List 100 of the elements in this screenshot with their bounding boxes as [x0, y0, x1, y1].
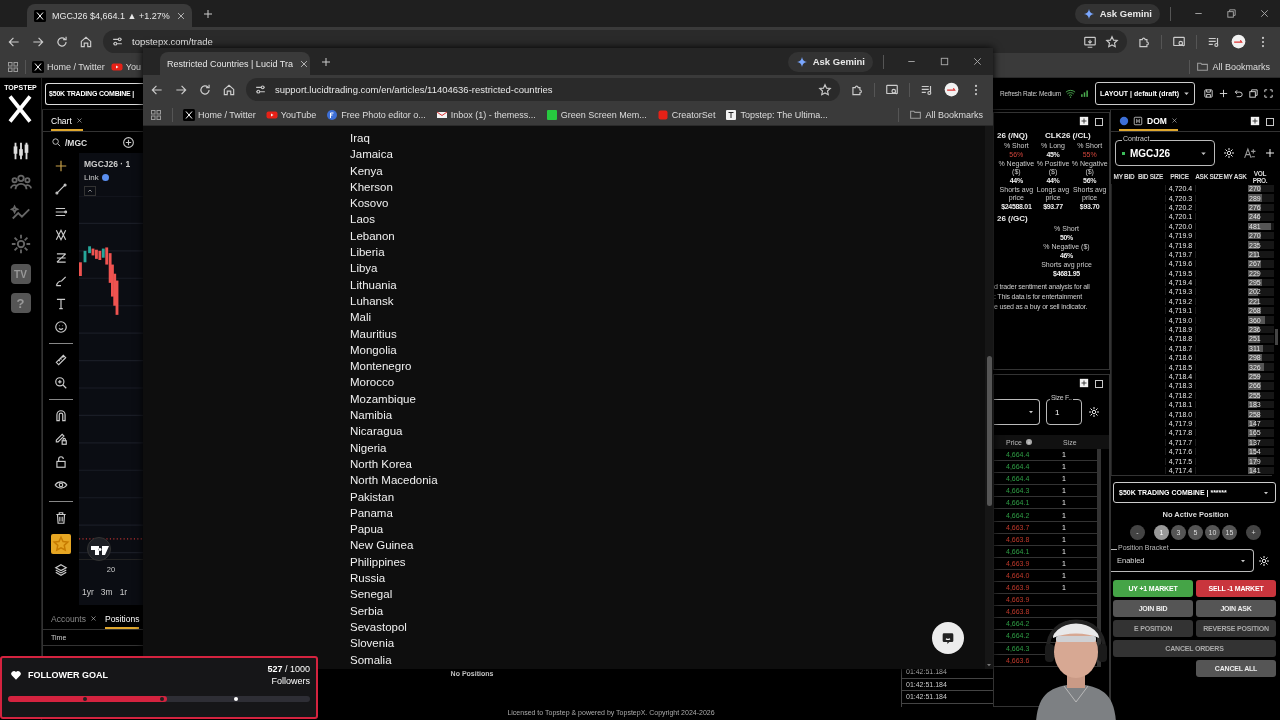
- reload-icon[interactable]: [55, 34, 69, 49]
- crosshair-icon[interactable]: [54, 159, 68, 173]
- caret-icon: [1027, 408, 1035, 416]
- ask-gemini-button[interactable]: Ask Gemini: [1074, 3, 1160, 24]
- country-name: Montenegro: [350, 359, 412, 375]
- add-panel-icon[interactable]: [1079, 116, 1089, 126]
- add-panel-icon[interactable]: [1079, 378, 1089, 388]
- install-icon[interactable]: [1083, 34, 1097, 49]
- order-type-dropdown[interactable]: [994, 399, 1040, 425]
- bookmark[interactable]: Free Photo editor o...: [326, 108, 426, 121]
- panel-tab[interactable]: Positions: [104, 610, 140, 629]
- panel-square-icon[interactable]: [1264, 115, 1276, 128]
- pencil-lock-icon[interactable]: [54, 432, 68, 446]
- market-title: 26 (/GC): [997, 214, 1028, 223]
- bookmark[interactable]: Home / Twitter: [183, 108, 256, 121]
- apps-icon[interactable]: [150, 108, 162, 121]
- screen-search-icon[interactable]: [885, 82, 899, 97]
- dom-tab[interactable]: DOM: [1119, 112, 1178, 131]
- sparkle-icon: [1082, 7, 1095, 20]
- country-name: Kherson: [350, 179, 393, 195]
- home-icon[interactable]: [79, 34, 93, 49]
- save-icon[interactable]: [1203, 88, 1214, 99]
- browser-tab[interactable]: Restricted Countries | Lucid Tra: [160, 52, 310, 75]
- new-tab-icon[interactable]: [202, 7, 214, 20]
- close-icon[interactable]: [1259, 8, 1270, 19]
- text-tool-icon[interactable]: [54, 297, 68, 311]
- symbol-search[interactable]: /MGC: [51, 137, 88, 148]
- parallel-lines-icon[interactable]: [54, 205, 68, 219]
- bookmark-star-icon[interactable]: [1105, 34, 1119, 49]
- bookmark[interactable]: YouTube: [265, 108, 317, 121]
- symbol-label: MGCJ26 · 1: [83, 158, 132, 169]
- panel-square-icon[interactable]: [1093, 378, 1105, 390]
- profile-avatar-icon[interactable]: [944, 82, 959, 97]
- bookmark[interactable]: CreatorSet: [656, 108, 716, 121]
- star-icon[interactable]: [51, 534, 71, 554]
- scroll-down-icon[interactable]: [985, 661, 993, 669]
- address-bar[interactable]: support.lucidtrading.com/en/articles/11404636-restricted-countries: [246, 78, 840, 101]
- zoom-in-icon[interactable]: [54, 376, 68, 390]
- trend-line-icon[interactable]: [54, 182, 68, 196]
- magnet-icon[interactable]: [54, 409, 68, 423]
- profile-avatar-icon[interactable]: [1231, 34, 1246, 49]
- browser-tab[interactable]: MGCJ26 $4,664.1 ▲ +1.27%: [27, 4, 192, 27]
- range-button[interactable]: 1r: [119, 587, 128, 597]
- add-symbol-icon[interactable]: [122, 136, 135, 149]
- panel-square-icon[interactable]: [1093, 116, 1105, 128]
- range-button[interactable]: 3m: [100, 587, 113, 597]
- close-icon[interactable]: [298, 58, 309, 69]
- add-icon[interactable]: [1264, 147, 1276, 159]
- restore-icon[interactable]: [1226, 8, 1237, 19]
- range-button[interactable]: 1yr: [82, 587, 94, 597]
- emoji-icon[interactable]: [54, 320, 68, 334]
- brush-icon[interactable]: [54, 274, 68, 288]
- goal-title: FOLLOWER GOAL: [28, 670, 108, 680]
- lock-icon[interactable]: [54, 455, 68, 469]
- bookmark[interactable]: Inbox (1) - themess...: [435, 108, 536, 121]
- country-name: Mozambique: [350, 391, 416, 407]
- ask-gemini-button[interactable]: Ask Gemini: [787, 51, 873, 72]
- x-logo-icon: [34, 9, 46, 22]
- all-bookmarks[interactable]: All Bookmarks: [1196, 60, 1270, 73]
- add-icon[interactable]: [1218, 88, 1229, 99]
- ruler-icon[interactable]: [54, 353, 68, 367]
- new-tab-icon[interactable]: [320, 55, 332, 68]
- country-name: Luhansk: [350, 293, 394, 309]
- t-square-icon: [725, 108, 738, 121]
- site-info-icon[interactable]: [111, 35, 124, 48]
- windows-icon[interactable]: [1248, 88, 1259, 99]
- fullscreen-icon[interactable]: [1263, 88, 1274, 99]
- undo-icon[interactable]: [1233, 88, 1244, 99]
- layers-icon[interactable]: [54, 563, 68, 577]
- fib-lines-icon[interactable]: [54, 251, 68, 265]
- country-name: Liberia: [350, 245, 385, 261]
- bookmark[interactable]: Topstep: The Ultima...: [725, 108, 828, 121]
- eye-icon[interactable]: [54, 478, 68, 492]
- all-bookmarks[interactable]: All Bookmarks: [909, 108, 983, 121]
- country-name: Mali: [350, 310, 372, 326]
- close-icon[interactable]: [175, 10, 186, 21]
- font-size-icon[interactable]: [1243, 146, 1256, 160]
- close-icon[interactable]: [75, 117, 83, 124]
- bookmark[interactable]: Home / Twitter: [32, 60, 105, 73]
- reload-icon[interactable]: [198, 82, 212, 97]
- close-icon[interactable]: [1170, 117, 1178, 124]
- collapse-icon[interactable]: [86, 187, 94, 195]
- add-panel-icon[interactable]: [1250, 115, 1260, 126]
- trash-icon[interactable]: [54, 511, 68, 525]
- bookmark[interactable]: You: [110, 60, 142, 73]
- panel-tab[interactable]: Accounts: [51, 610, 97, 629]
- close-icon[interactable]: [89, 615, 97, 622]
- maximize-icon[interactable]: [939, 56, 950, 67]
- site-info-icon[interactable]: [254, 83, 267, 96]
- bookmark-star-icon[interactable]: [818, 82, 832, 97]
- chat-button[interactable]: [932, 622, 964, 654]
- home-icon[interactable]: [222, 82, 236, 97]
- bookmark[interactable]: Green Screen Mem...: [545, 108, 647, 121]
- pattern-icon[interactable]: [54, 228, 68, 242]
- close-icon[interactable]: [972, 56, 983, 67]
- screen-search-icon[interactable]: [1172, 34, 1186, 49]
- apps-icon[interactable]: [7, 60, 19, 73]
- country-name: Philippines: [350, 554, 406, 570]
- country-name: Panama: [350, 505, 393, 521]
- chart-tab[interactable]: Chart: [51, 112, 83, 131]
